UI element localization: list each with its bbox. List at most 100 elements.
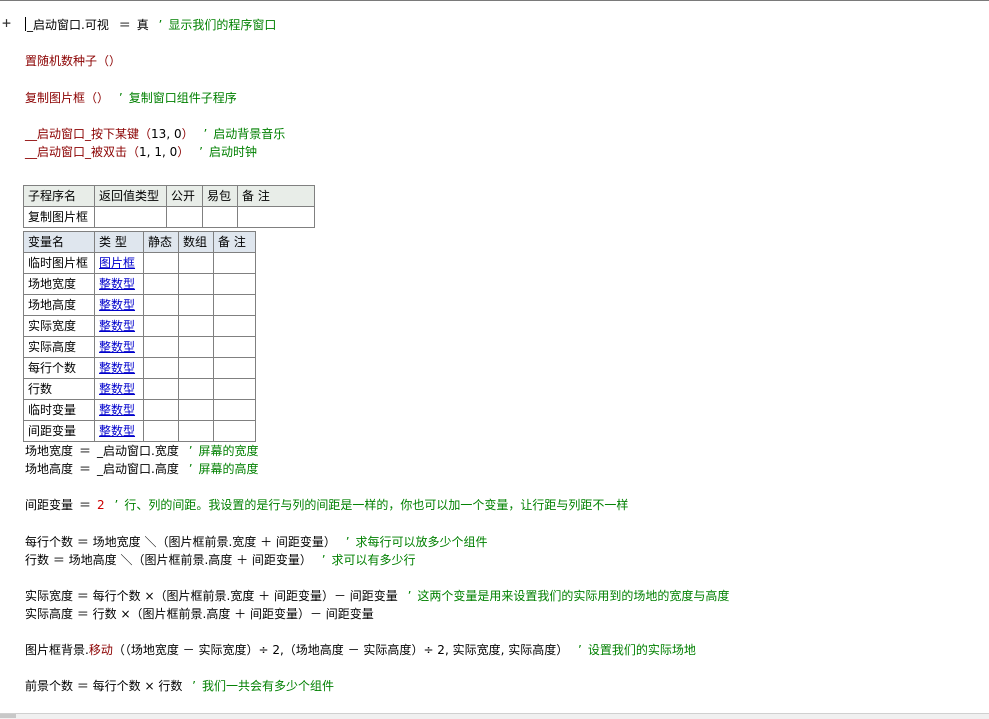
var-name-cell[interactable]: 实际高度 [23,336,95,358]
comment-mark: ’ [321,553,326,567]
table-row[interactable]: 场地宽度 整数型 [23,273,256,295]
type-link[interactable]: 整数型 [99,340,135,354]
return-type-cell[interactable] [94,206,167,228]
table-row[interactable]: 复制图片框 [23,206,315,228]
array-cell[interactable] [178,399,214,421]
var-type-cell[interactable]: 图片框 [94,252,144,274]
remark-cell[interactable] [213,315,256,337]
array-cell[interactable] [178,357,214,379]
comment: 设置我们的实际场地 [587,643,696,657]
static-cell[interactable] [143,399,179,421]
static-cell[interactable] [143,252,179,274]
header-cell: 类 型 [94,231,144,253]
var-type-cell[interactable]: 整数型 [94,336,144,358]
code-line-8[interactable]: 间距变量 ＝ 2 ’ 行、列的间距。我设置的是行与列的间距是一样的，你也可以加一个变量… [25,496,628,514]
var-type-cell[interactable]: 整数型 [94,420,144,442]
static-cell[interactable] [143,357,179,379]
subroutine-name-cell[interactable]: 复制图片框 [23,206,95,228]
var-name-cell[interactable]: 临时图片框 [23,252,95,274]
table-row[interactable]: 每行个数 整数型 [23,357,256,379]
table-row[interactable]: 实际高度 整数型 [23,336,256,358]
table-row[interactable]: 临时图片框 图片框 [23,252,256,274]
array-cell[interactable] [178,315,214,337]
code-line-7[interactable]: 场地高度 ＝ _启动窗口.高度 ’ 屏幕的高度 [25,460,259,478]
comment-mark: ’ [188,444,193,458]
args-open: （ [139,127,152,141]
remark-cell[interactable] [213,399,256,421]
type-link[interactable]: 整数型 [99,298,135,312]
type-link[interactable]: 整数型 [99,382,135,396]
comment-mark: ’ [188,462,193,476]
code-line-12[interactable]: 实际高度 ＝ 行数 ×（图片框前景.高度 ＋ 间距变量）－ 间距变量 [25,605,374,623]
code-line-4[interactable]: __启动窗口_按下某键（13, 0） ’ 启动背景音乐 [25,125,285,143]
table-row[interactable]: 间距变量 整数型 [23,420,256,442]
table-row[interactable]: 临时变量 整数型 [23,399,256,421]
comment: 屏幕的宽度 [198,444,259,458]
var-name-cell[interactable]: 实际宽度 [23,315,95,337]
args-close: ） [177,145,190,159]
public-cell[interactable] [166,206,203,228]
remark-cell[interactable] [213,273,256,295]
function-call: 置随机数种子 [25,54,98,68]
static-cell[interactable] [143,273,179,295]
type-link[interactable]: 整数型 [99,424,135,438]
static-cell[interactable] [143,294,179,316]
var-type-cell[interactable]: 整数型 [94,378,144,400]
var-type-cell[interactable]: 整数型 [94,315,144,337]
code-line-11[interactable]: 实际宽度 ＝ 每行个数 ×（图片框前景.宽度 ＋ 间距变量）－ 间距变量 ’ 这两… [25,587,729,605]
easy-pack-cell[interactable] [202,206,238,228]
header-cell: 返回值类型 [94,185,167,207]
type-link[interactable]: 整数型 [99,319,135,333]
table-row[interactable]: 行数 整数型 [23,378,256,400]
var-type-cell[interactable]: 整数型 [94,294,144,316]
type-link[interactable]: 整数型 [99,277,135,291]
remark-cell[interactable] [213,357,256,379]
remark-cell[interactable] [213,420,256,442]
code-line-6[interactable]: 场地宽度 ＝ _启动窗口.宽度 ’ 屏幕的宽度 [25,442,259,460]
remark-cell[interactable] [237,206,315,228]
array-cell[interactable] [178,336,214,358]
property-name: 可视 [84,18,109,32]
var-type-cell[interactable]: 整数型 [94,399,144,421]
static-cell[interactable] [143,420,179,442]
var-name-cell[interactable]: 每行个数 [23,357,95,379]
remark-cell[interactable] [213,378,256,400]
array-cell[interactable] [178,420,214,442]
expand-icon[interactable]: + [2,14,11,32]
code-line-2[interactable]: 置随机数种子（） [25,52,121,70]
table-row[interactable]: 实际宽度 整数型 [23,315,256,337]
code-line-13[interactable]: 图片框背景.移动（（场地宽度 － 实际宽度）÷ 2,（场地高度 － 实际高度）÷… [25,641,696,659]
static-cell[interactable] [143,336,179,358]
array-cell[interactable] [178,378,214,400]
var-name-cell[interactable]: 行数 [23,378,95,400]
remark-cell[interactable] [213,336,256,358]
arg: 1 [139,145,147,159]
code-line-9[interactable]: 每行个数 ＝ 场地宽度 ＼（图片框前景.宽度 ＋ 间距变量） ’ 求每行可以放多少… [25,533,488,551]
type-link[interactable]: 图片框 [99,256,135,270]
var-name-cell[interactable]: 间距变量 [23,420,95,442]
array-cell[interactable] [178,252,214,274]
var-type-cell[interactable]: 整数型 [94,273,144,295]
static-cell[interactable] [143,378,179,400]
code-line-5[interactable]: __启动窗口_被双击（1, 1, 0） ’ 启动时钟 [25,143,257,161]
var-name-cell[interactable]: 临时变量 [23,399,95,421]
var-name-cell[interactable]: 场地宽度 [23,273,95,295]
lhs: 场地宽度 [25,444,74,458]
type-link[interactable]: 整数型 [99,361,135,375]
code-line-14[interactable]: 前景个数 ＝ 每行个数 × 行数 ’ 我们一共会有多少个组件 [25,677,334,695]
scrollbar-handle[interactable] [0,714,16,718]
remark-cell[interactable] [213,294,256,316]
static-cell[interactable] [143,315,179,337]
function-call: __启动窗口_按下某键 [25,127,140,141]
array-cell[interactable] [178,294,214,316]
table-row[interactable]: 场地高度 整数型 [23,294,256,316]
horizontal-scrollbar[interactable] [0,713,989,719]
code-line-3[interactable]: 复制图片框（） ’ 复制窗口组件子程序 [25,89,237,107]
code-line-10[interactable]: 行数 ＝ 场地高度 ＼（图片框前景.高度 ＋ 间距变量） ’ 求可以有多少行 [25,551,416,569]
array-cell[interactable] [178,273,214,295]
remark-cell[interactable] [213,252,256,274]
type-link[interactable]: 整数型 [99,403,135,417]
var-type-cell[interactable]: 整数型 [94,357,144,379]
var-name-cell[interactable]: 场地高度 [23,294,95,316]
code-line-1[interactable]: _启动窗口.可视 ＝真 ’ 显示我们的程序窗口 [25,16,276,34]
